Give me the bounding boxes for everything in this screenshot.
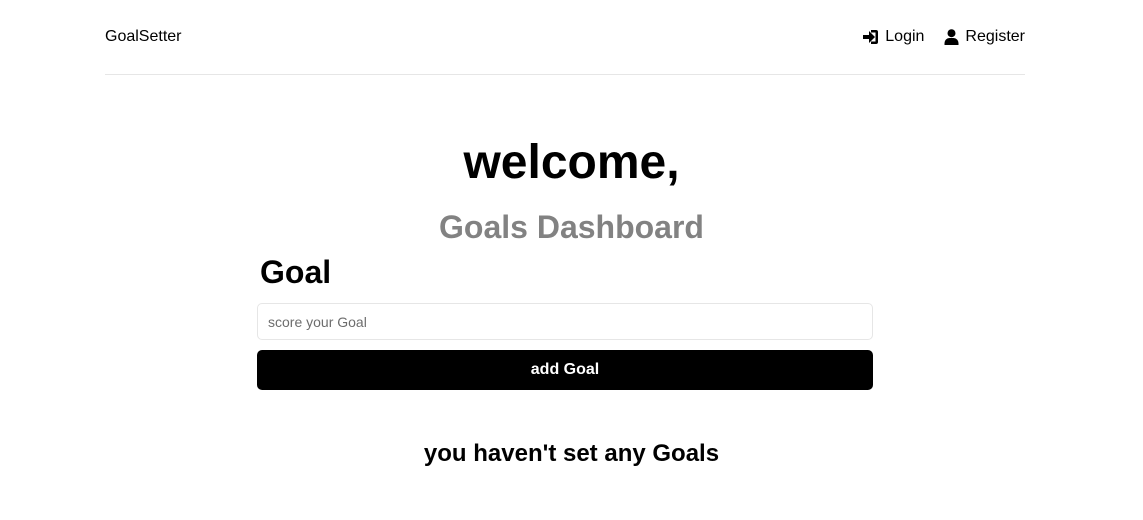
goal-label: Goal bbox=[260, 254, 332, 290]
login-label: Login bbox=[885, 28, 925, 45]
register-link[interactable]: Register bbox=[944, 28, 1025, 46]
goal-form: Goal add Goal bbox=[257, 252, 873, 390]
dashboard-subtitle: Goals Dashboard bbox=[439, 209, 704, 245]
goal-input[interactable] bbox=[257, 303, 873, 340]
user-icon bbox=[944, 29, 959, 45]
welcome-heading: welcome, bbox=[463, 136, 680, 189]
header: GoalSetter Login Register bbox=[105, 0, 1025, 75]
sign-in-icon bbox=[862, 29, 879, 45]
nav: Login Register bbox=[862, 28, 1025, 46]
register-label: Register bbox=[965, 28, 1025, 45]
add-goal-button[interactable]: add Goal bbox=[257, 350, 873, 390]
login-link[interactable]: Login bbox=[862, 28, 924, 46]
logo-link[interactable]: GoalSetter bbox=[105, 28, 181, 46]
empty-goals-message: you haven't set any Goals bbox=[423, 440, 720, 467]
